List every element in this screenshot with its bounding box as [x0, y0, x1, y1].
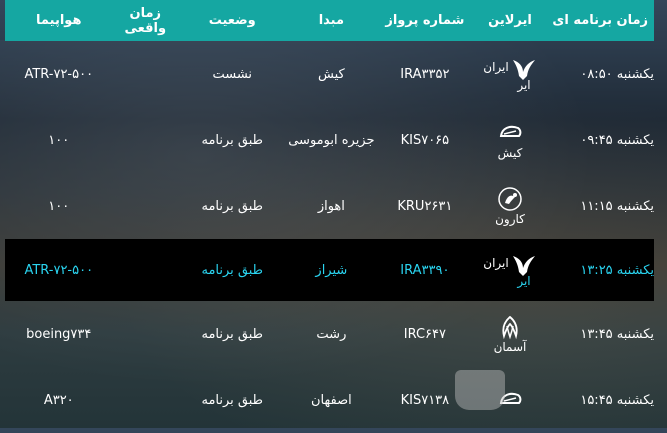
table-row[interactable]: یکشنبه ۰۸:۵۰ ایران ایر IRA۳۳۵۲ کیش نشست … — [5, 41, 654, 107]
flight-number: IRA۳۳۹۰ — [400, 262, 450, 278]
background-boat — [455, 370, 505, 410]
table-row[interactable]: یکشنبه ۱۵:۴۵ KIS۷۱۳۸ اصفهان طبق برنامه A… — [5, 367, 654, 433]
table-header: زمان برنامه ای ایرلاین شماره پرواز مبدا … — [5, 0, 654, 41]
aircraft: ۱۰۰ — [48, 132, 70, 148]
scheduled-time: یکشنبه ۰۹:۴۵ — [580, 132, 654, 148]
header-status: وضعیت — [208, 13, 256, 28]
header-flight-number: شماره پرواز — [385, 13, 465, 28]
karun-air-icon — [498, 187, 522, 211]
scheduled-time: یکشنبه ۱۱:۱۵ — [580, 198, 654, 214]
aircraft: ATR-۷۲-۵۰۰ — [24, 262, 94, 278]
header-actual-time: زمان واقعی — [124, 5, 167, 36]
header-scheduled-time: زمان برنامه ای — [552, 13, 649, 28]
scheduled-time: یکشنبه ۰۸:۵۰ — [580, 66, 654, 82]
origin: اهواز — [317, 198, 345, 214]
airline-name: کیش — [497, 146, 523, 160]
airline-cell: کیش — [474, 120, 547, 160]
flight-number: IRA۳۳۵۲ — [400, 66, 450, 82]
status: طبق برنامه — [201, 392, 264, 408]
origin: اصفهان — [311, 392, 352, 408]
table-row[interactable]: یکشنبه ۱۳:۴۵ آسمان IRC۶۴۷ رشت طبق برنامه… — [5, 301, 654, 367]
origin: شیراز — [315, 262, 348, 278]
aseman-icon — [502, 315, 518, 340]
flight-number: KIS۷۰۶۵ — [400, 132, 450, 148]
airline-cell: ایران ایر — [474, 252, 547, 288]
header-airline: ایرلاین — [488, 13, 532, 28]
table-row[interactable]: یکشنبه ۰۹:۴۵ کیش KIS۷۰۶۵ جزیره ابوموسی ط… — [5, 107, 654, 173]
header-aircraft: هواپیما — [36, 13, 82, 28]
airline-name-top: ایران — [483, 256, 509, 270]
origin: کیش — [318, 66, 345, 82]
airline-cell: آسمان — [474, 314, 547, 354]
scheduled-time: یکشنبه ۱۳:۲۵ — [580, 262, 654, 278]
table-row[interactable]: یکشنبه ۱۱:۱۵ کارون KRU۲۶۳۱ اهواز طبق برن… — [5, 173, 654, 239]
flight-number: IRC۶۴۷ — [403, 326, 447, 342]
origin: رشت — [316, 326, 347, 342]
status: نشست — [212, 66, 253, 82]
header-origin: مبدا — [318, 13, 345, 28]
aircraft: boeing۷۳۴ — [26, 326, 92, 342]
status: طبق برنامه — [201, 132, 264, 148]
airline-name-top: ایران — [483, 60, 509, 74]
scheduled-time: یکشنبه ۱۵:۴۵ — [580, 392, 654, 408]
flight-number: KRU۲۶۳۱ — [397, 198, 453, 214]
aircraft: A۳۲۰ — [43, 392, 74, 408]
status: طبق برنامه — [201, 262, 264, 278]
table-row-highlighted[interactable]: یکشنبه ۱۳:۲۵ ایران ایر IRA۳۳۹۰ شیراز طبق… — [5, 239, 654, 301]
airline-name-bottom: ایر — [517, 274, 531, 288]
airline-name: کارون — [495, 212, 525, 226]
airline-name-bottom: ایر — [517, 78, 531, 92]
airline-cell: کارون — [474, 186, 547, 226]
status: طبق برنامه — [201, 326, 264, 342]
scheduled-time: یکشنبه ۱۳:۴۵ — [580, 326, 654, 342]
kish-air-icon — [499, 125, 522, 137]
origin: جزیره ابوموسی — [288, 132, 375, 148]
status: طبق برنامه — [201, 198, 264, 214]
aircraft: ATR-۷۲-۵۰۰ — [24, 66, 94, 82]
airline-name: آسمان — [493, 340, 527, 354]
flight-table-body: یکشنبه ۰۸:۵۰ ایران ایر IRA۳۳۵۲ کیش نشست … — [5, 41, 654, 433]
aircraft: ۱۰۰ — [48, 198, 70, 214]
airline-cell: ایران ایر — [474, 56, 547, 92]
